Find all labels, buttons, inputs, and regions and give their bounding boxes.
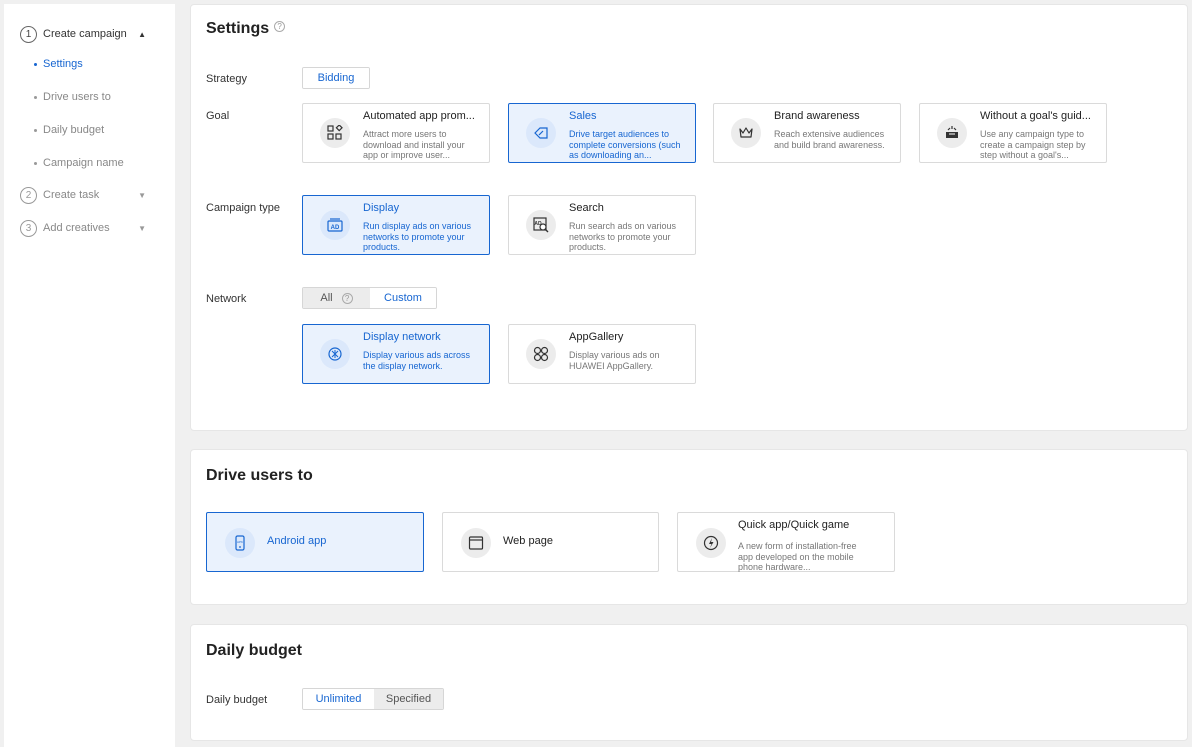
sidebar-item-daily-budget[interactable]: Daily budget <box>34 124 104 136</box>
goal-card-without-goal[interactable]: Without a goal's guid... Use any campaig… <box>919 103 1107 163</box>
network-title: Display network <box>363 331 441 343</box>
svg-text:AD: AD <box>331 225 340 231</box>
drive-option-desc: A new form of installation-free app deve… <box>738 541 857 572</box>
strategy-label: Strategy <box>206 73 247 85</box>
goal-title: Without a goal's guid... <box>980 110 1091 122</box>
bullet-icon <box>34 161 37 165</box>
budget-specified-option[interactable]: Specified <box>374 689 443 709</box>
strategy-bidding-option[interactable]: Bidding <box>303 68 369 88</box>
bullet-icon <box>34 128 37 132</box>
goal-card-sales[interactable]: Sales Drive target audiences to complete… <box>508 103 696 163</box>
campaign-type-desc: Run display ads on various networks to p… <box>363 221 472 252</box>
campaign-type-display[interactable]: AD Display Run display ads on various ne… <box>302 195 490 255</box>
network-custom-option[interactable]: Custom <box>370 288 436 308</box>
campaign-type-title: Search <box>569 202 604 214</box>
step-number: 2 <box>20 186 37 204</box>
apps-grid-icon <box>320 118 350 148</box>
daily-budget-panel: Daily budget Daily budget Unlimited Spec… <box>190 624 1188 741</box>
daily-budget-toggle[interactable]: Unlimited Specified <box>302 688 444 710</box>
bullet-icon <box>34 62 37 66</box>
svg-text:APK: APK <box>237 540 243 544</box>
network-toggle[interactable]: All ? Custom <box>302 287 437 309</box>
svg-text:AD: AD <box>534 221 542 227</box>
goal-title: Brand awareness <box>774 110 860 122</box>
crown-icon <box>731 118 761 148</box>
sidebar: 1 Create campaign ▲ Settings Drive users… <box>4 4 175 747</box>
step-number: 3 <box>20 219 37 237</box>
sidebar-item-campaign-name[interactable]: Campaign name <box>34 157 124 169</box>
appgallery-icon <box>526 339 556 369</box>
drive-option-title: Quick app/Quick game <box>738 519 850 531</box>
network-desc: Display various ads across the display n… <box>363 350 471 371</box>
phone-icon: APK <box>225 528 255 558</box>
network-display-network[interactable]: Display network Display various ads acro… <box>302 324 490 384</box>
help-icon[interactable]: ? <box>274 21 286 32</box>
goal-desc: Reach extensive audiences and build bran… <box>774 129 885 150</box>
goal-title: Automated app prom... <box>363 110 475 122</box>
bullet-icon <box>34 95 37 99</box>
campaign-type-search[interactable]: AD Search Run search ads on various netw… <box>508 195 696 255</box>
drive-option-title: Web page <box>503 535 553 547</box>
drive-android-app[interactable]: APK Android app <box>206 512 424 572</box>
sidebar-item-label: Drive users to <box>43 91 111 103</box>
caret-down-icon: ▼ <box>138 223 146 233</box>
campaign-type-desc: Run search ads on various networks to pr… <box>569 221 677 252</box>
goal-desc: Attract more users to download and insta… <box>363 129 465 160</box>
sidebar-item-label: Daily budget <box>43 124 105 136</box>
goal-title: Sales <box>569 110 597 122</box>
daily-budget-title: Daily budget <box>206 642 303 659</box>
campaign-type-title: Display <box>363 202 400 214</box>
goal-card-automated-app[interactable]: Automated app prom... Attract more users… <box>302 103 490 163</box>
goal-desc: Drive target audiences to complete conve… <box>569 129 681 160</box>
sidebar-item-label: Settings <box>43 58 83 70</box>
sidebar-item-settings[interactable]: Settings <box>34 58 83 70</box>
budget-unlimited-option[interactable]: Unlimited <box>303 689 374 709</box>
step-number: 1 <box>20 25 37 43</box>
drive-option-title: Android app <box>267 535 327 547</box>
campaign-type-label: Campaign type <box>206 202 280 214</box>
sidebar-item-drive-users-to[interactable]: Drive users to <box>34 91 111 103</box>
drive-web-page[interactable]: Web page <box>442 512 659 572</box>
step-create-campaign[interactable]: 1 Create campaign ▲ <box>20 24 146 44</box>
display-network-icon <box>320 339 350 369</box>
browser-icon <box>461 528 491 558</box>
caret-down-icon: ▼ <box>138 190 146 200</box>
ad-icon: AD <box>320 210 350 240</box>
network-all-option[interactable]: All ? <box>303 288 370 308</box>
drive-users-panel: Drive users to APK Android app Web page … <box>190 449 1188 605</box>
search-ad-icon: AD <box>526 210 556 240</box>
drive-users-title: Drive users to <box>206 467 313 484</box>
drive-quick-app[interactable]: Quick app/Quick game A new form of insta… <box>677 512 895 572</box>
tag-icon <box>526 118 556 148</box>
page-title: Settings? <box>206 20 286 38</box>
lightning-icon <box>696 528 726 558</box>
goal-card-brand-awareness[interactable]: Brand awareness Reach extensive audience… <box>713 103 901 163</box>
goal-desc: Use any campaign type to create a campai… <box>980 129 1086 160</box>
settings-panel: Settings? Strategy Bidding Goal Automate… <box>190 4 1188 431</box>
strategy-select[interactable]: Bidding <box>302 67 370 89</box>
network-all-label: All <box>320 292 333 304</box>
goal-label: Goal <box>206 110 230 122</box>
caret-up-icon: ▲ <box>138 29 146 39</box>
sidebar-item-label: Campaign name <box>43 157 124 169</box>
network-label: Network <box>206 293 247 305</box>
box-icon <box>937 118 967 148</box>
step-label: Create task <box>43 189 100 201</box>
network-appgallery[interactable]: AppGallery Display various ads on HUAWEI… <box>508 324 696 384</box>
daily-budget-label: Daily budget <box>206 694 268 706</box>
step-add-creatives[interactable]: 3 Add creatives ▼ <box>20 218 146 238</box>
step-label: Add creatives <box>43 222 110 234</box>
network-title: AppGallery <box>569 331 624 343</box>
network-desc: Display various ads on HUAWEI AppGallery… <box>569 350 660 371</box>
help-icon[interactable]: ? <box>341 292 353 304</box>
step-label: Create campaign <box>43 28 127 40</box>
settings-title: Settings <box>206 20 270 37</box>
step-create-task[interactable]: 2 Create task ▼ <box>20 185 146 205</box>
